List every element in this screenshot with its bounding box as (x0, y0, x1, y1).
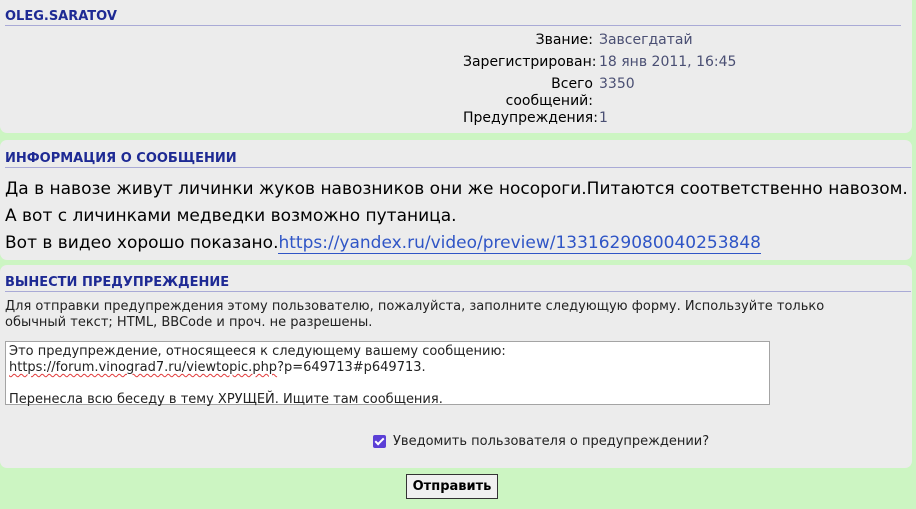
notify-user-checkbox[interactable] (373, 435, 386, 448)
rank-value: Завсегдатай (599, 32, 693, 48)
message-line-3: Вот в видео хорошо показано.https://yand… (5, 229, 761, 257)
warning-message-textarea[interactable]: Это предупреждение, относящееся к следую… (5, 341, 770, 407)
notify-user-row: Уведомить пользователя о предупреждении? (373, 434, 709, 449)
message-info-panel: ИНФОРМАЦИЯ О СООБЩЕНИИ Да в навозе живут… (0, 140, 912, 260)
message-line-2: А вот с личинками медведки возможно пута… (5, 206, 457, 226)
message-line-1: Да в навозе живут личинки жуков навозник… (5, 179, 908, 199)
textarea-line-1: Это предупреждение, относящееся к следую… (9, 344, 506, 359)
video-link[interactable]: https://yandex.ru/video/preview/13316290… (278, 233, 761, 254)
rank-label: Звание: (535, 32, 593, 48)
message-info-heading: ИНФОРМАЦИЯ О СООБЩЕНИИ (5, 151, 911, 168)
posts-label-line1: Всего (551, 76, 593, 92)
warnings-value: 1 (599, 110, 608, 126)
registered-label: Зарегистрирован: (463, 54, 597, 70)
issue-warning-panel: ВЫНЕСТИ ПРЕДУПРЕЖДЕНИЕ Для отправки пред… (0, 265, 912, 468)
submit-button[interactable]: Отправить (406, 474, 498, 499)
user-info-panel: OLEG.SARATOV Звание: Завсегдатай Зарегис… (0, 0, 912, 133)
warning-instructions: Для отправки предупреждения этому пользо… (5, 299, 825, 330)
textarea-url-tail: ?p=649713#p649713. (277, 360, 426, 375)
registered-value: 18 янв 2011, 16:45 (599, 54, 737, 70)
textarea-url: https://forum.vinograd7.ru/viewtopic.php (9, 360, 278, 375)
posts-label-line2: сообщений: (505, 93, 593, 109)
textarea-line-3: Перенесла всю беседу в тему ХРУЩЕЙ. Ищит… (9, 392, 443, 407)
warnings-label: Предупреждения: (463, 110, 598, 126)
notify-user-label[interactable]: Уведомить пользователя о предупреждении? (393, 434, 709, 449)
username-heading: OLEG.SARATOV (5, 9, 901, 26)
message-line-3-text: Вот в видео хорошо показано. (5, 233, 279, 253)
posts-value: 3350 (599, 76, 635, 92)
issue-warning-heading: ВЫНЕСТИ ПРЕДУПРЕЖДЕНИЕ (5, 275, 911, 292)
